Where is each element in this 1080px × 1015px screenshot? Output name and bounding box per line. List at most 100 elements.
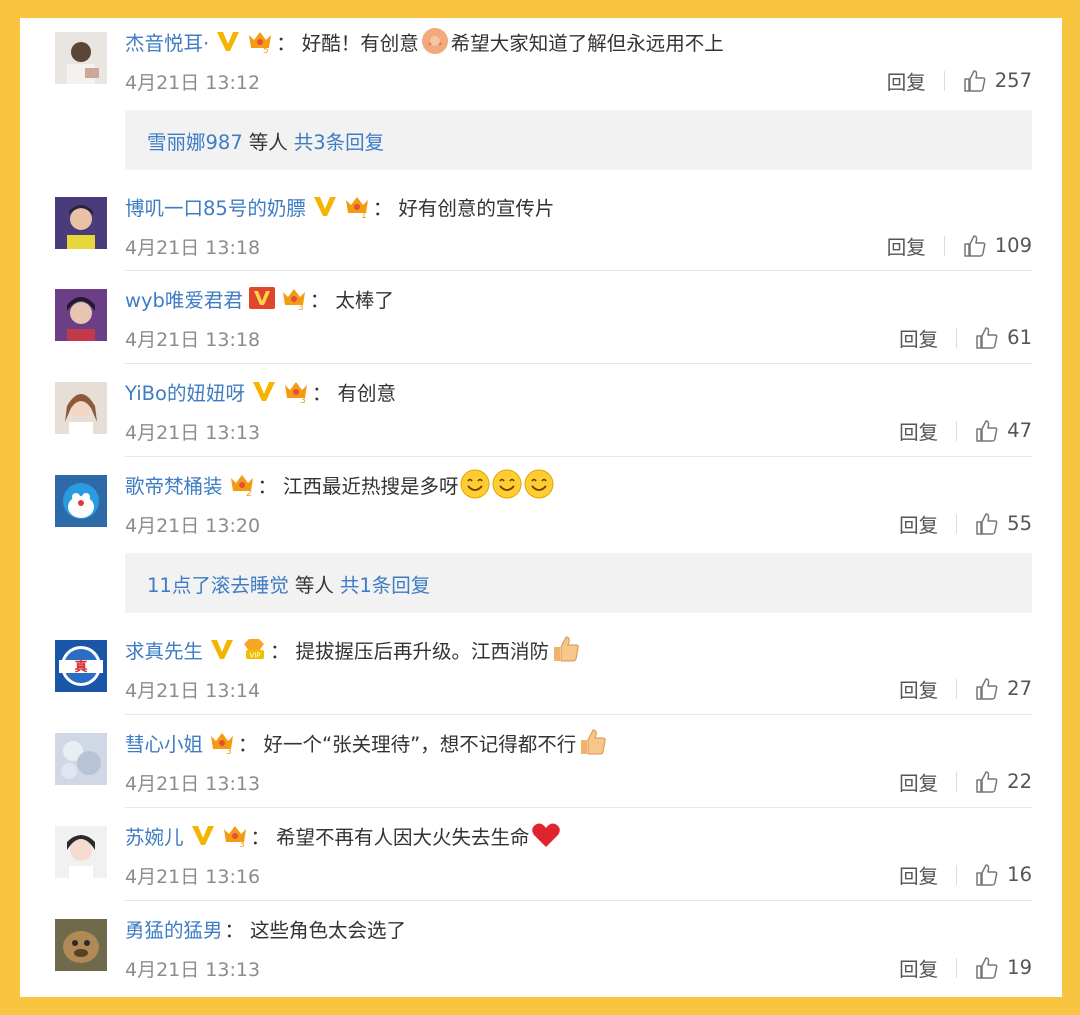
comment-line: 勇猛的猛男 ： 这些角色太会选了 (125, 911, 406, 945)
like-count: 61 (1007, 326, 1032, 349)
comment-time: 4月21日 13:13 (125, 773, 261, 795)
reply-button[interactable]: 回复 (899, 767, 938, 796)
action-divider (943, 235, 945, 256)
colon-separator: ： (257, 474, 278, 498)
thumbs-up-icon[interactable] (963, 234, 987, 258)
subreply-user-link[interactable]: 11点了滚去睡觉 (147, 569, 289, 598)
avatar[interactable] (55, 382, 107, 434)
row-divider (125, 456, 1032, 457)
thumbs-up-icon[interactable] (963, 69, 987, 93)
action-divider (943, 70, 945, 91)
comment-list: 杰音悦耳· 5 ： 好酷！有创意 希望大家知道了解但永远用不上 4月21日 13… (20, 18, 1062, 997)
comment-line: 苏婉儿 3 ： 希望不再有人因大火失去生命 (125, 818, 562, 852)
reply-button[interactable]: 回复 (899, 953, 938, 982)
reply-button[interactable]: 回复 (899, 860, 938, 889)
crown-level-1-icon: 1 (343, 193, 371, 219)
action-divider (956, 327, 958, 348)
avatar[interactable]: 真 (55, 640, 107, 692)
thumbs-up-emoji (576, 726, 608, 758)
svg-text:3: 3 (226, 747, 232, 755)
avatar[interactable] (55, 733, 107, 785)
comment-actions: 回复 109 (887, 231, 1032, 260)
thumbs-up-icon[interactable] (975, 863, 999, 887)
smile-emoji (491, 468, 523, 500)
comment-text: 好酷！有创意 (301, 31, 419, 55)
comment-line: YiBo的妞妞呀 3 ： 有创意 (125, 374, 396, 408)
reply-button[interactable]: 回复 (887, 231, 926, 260)
row-divider (125, 270, 1032, 271)
username-link[interactable]: 求真先生 (125, 635, 203, 664)
comment-actions: 回复 55 (899, 509, 1032, 538)
username-link[interactable]: 勇猛的猛男 (125, 914, 223, 943)
thumbs-up-icon[interactable] (975, 326, 999, 350)
subreply-mid-text: 等人 (294, 573, 334, 597)
thumbs-up-icon[interactable] (975, 512, 999, 536)
thumbs-up-icon[interactable] (975, 677, 999, 701)
comment-line: 彗心小姐 3 ： 好一个“张关理待”，想不记得都不行 (125, 725, 608, 759)
username-link[interactable]: YiBo的妞妞呀 (125, 377, 245, 406)
comment-line: 博叽一口85号的奶膘 1 ： 好有创意的宣传片 (125, 189, 554, 223)
subreply-summary[interactable]: 雪丽娜987 等人 共3条回复 (125, 110, 1032, 170)
colon-separator: ： (309, 288, 330, 312)
avatar[interactable] (55, 919, 107, 971)
comment-text: 提拔握压后再升级。江西消防 (295, 639, 550, 663)
smile-emoji (459, 468, 491, 500)
comment-line: 歌帝梵桶装 2 ： 江西最近热搜是多呀 (125, 467, 555, 501)
v-red-icon (248, 286, 275, 310)
comment-line: 杰音悦耳· 5 ： 好酷！有创意 希望大家知道了解但永远用不上 (125, 24, 724, 58)
v-yellow-icon (312, 194, 338, 218)
reply-button[interactable]: 回复 (887, 66, 926, 95)
avatar[interactable] (55, 475, 107, 527)
red-heart-emoji (530, 819, 562, 851)
colon-separator: ： (270, 639, 290, 663)
username-link[interactable]: 彗心小姐 (125, 728, 203, 757)
praying-hands-emoji (419, 25, 451, 57)
svg-text:3: 3 (239, 840, 245, 848)
comment-text: 希望大家知道了解但永远用不上 (450, 31, 724, 55)
comment-time: 4月21日 13:16 (125, 866, 261, 888)
comment-actions: 回复 27 (899, 674, 1032, 703)
subreply-count-link[interactable]: 共1条回复 (340, 569, 430, 598)
crown-level-2-icon: 2 (228, 471, 256, 497)
comment-text: 好有创意的宣传片 (398, 196, 555, 220)
like-count: 47 (1007, 419, 1032, 442)
svg-text:3: 3 (300, 396, 306, 404)
action-divider (956, 771, 958, 792)
avatar[interactable] (55, 289, 107, 341)
avatar[interactable] (55, 32, 107, 84)
svg-text:VIP: VIP (249, 652, 260, 660)
username-link[interactable]: 博叽一口85号的奶膘 (125, 192, 306, 221)
username-link[interactable]: 杰音悦耳· (125, 27, 209, 56)
comment-actions: 回复 19 (899, 953, 1032, 982)
username-link[interactable]: 歌帝梵桶装 (125, 470, 223, 499)
svg-text:真: 真 (74, 659, 87, 675)
crown-level-5-icon: 5 (246, 28, 274, 54)
thumbs-up-icon[interactable] (975, 956, 999, 980)
username-link[interactable]: 苏婉儿 (125, 821, 184, 850)
reply-button[interactable]: 回复 (899, 509, 938, 538)
action-divider (956, 864, 958, 885)
row-divider (125, 363, 1032, 364)
subreply-mid-text: 等人 (248, 130, 288, 154)
avatar[interactable] (55, 197, 107, 249)
reply-button[interactable]: 回复 (899, 674, 938, 703)
svg-text:1: 1 (361, 211, 367, 219)
comment-actions: 回复 47 (899, 416, 1032, 445)
username-link[interactable]: wyb唯爱君君 (125, 284, 243, 313)
subreply-user-link[interactable]: 雪丽娜987 (147, 126, 243, 155)
like-count: 27 (1007, 677, 1032, 700)
subreply-count-link[interactable]: 共3条回复 (294, 126, 384, 155)
comment-time: 4月21日 13:18 (125, 329, 261, 351)
reply-button[interactable]: 回复 (899, 323, 938, 352)
subreply-summary[interactable]: 11点了滚去睡觉 等人 共1条回复 (125, 553, 1032, 613)
action-divider (956, 678, 958, 699)
like-count: 55 (1007, 512, 1032, 535)
avatar[interactable] (55, 826, 107, 878)
reply-button[interactable]: 回复 (899, 416, 938, 445)
thumbs-up-icon[interactable] (975, 770, 999, 794)
action-divider (956, 957, 958, 978)
crown-level-3-icon: 3 (282, 378, 310, 404)
colon-separator: ： (372, 196, 393, 220)
svg-text:5: 5 (263, 46, 269, 54)
thumbs-up-icon[interactable] (975, 419, 999, 443)
